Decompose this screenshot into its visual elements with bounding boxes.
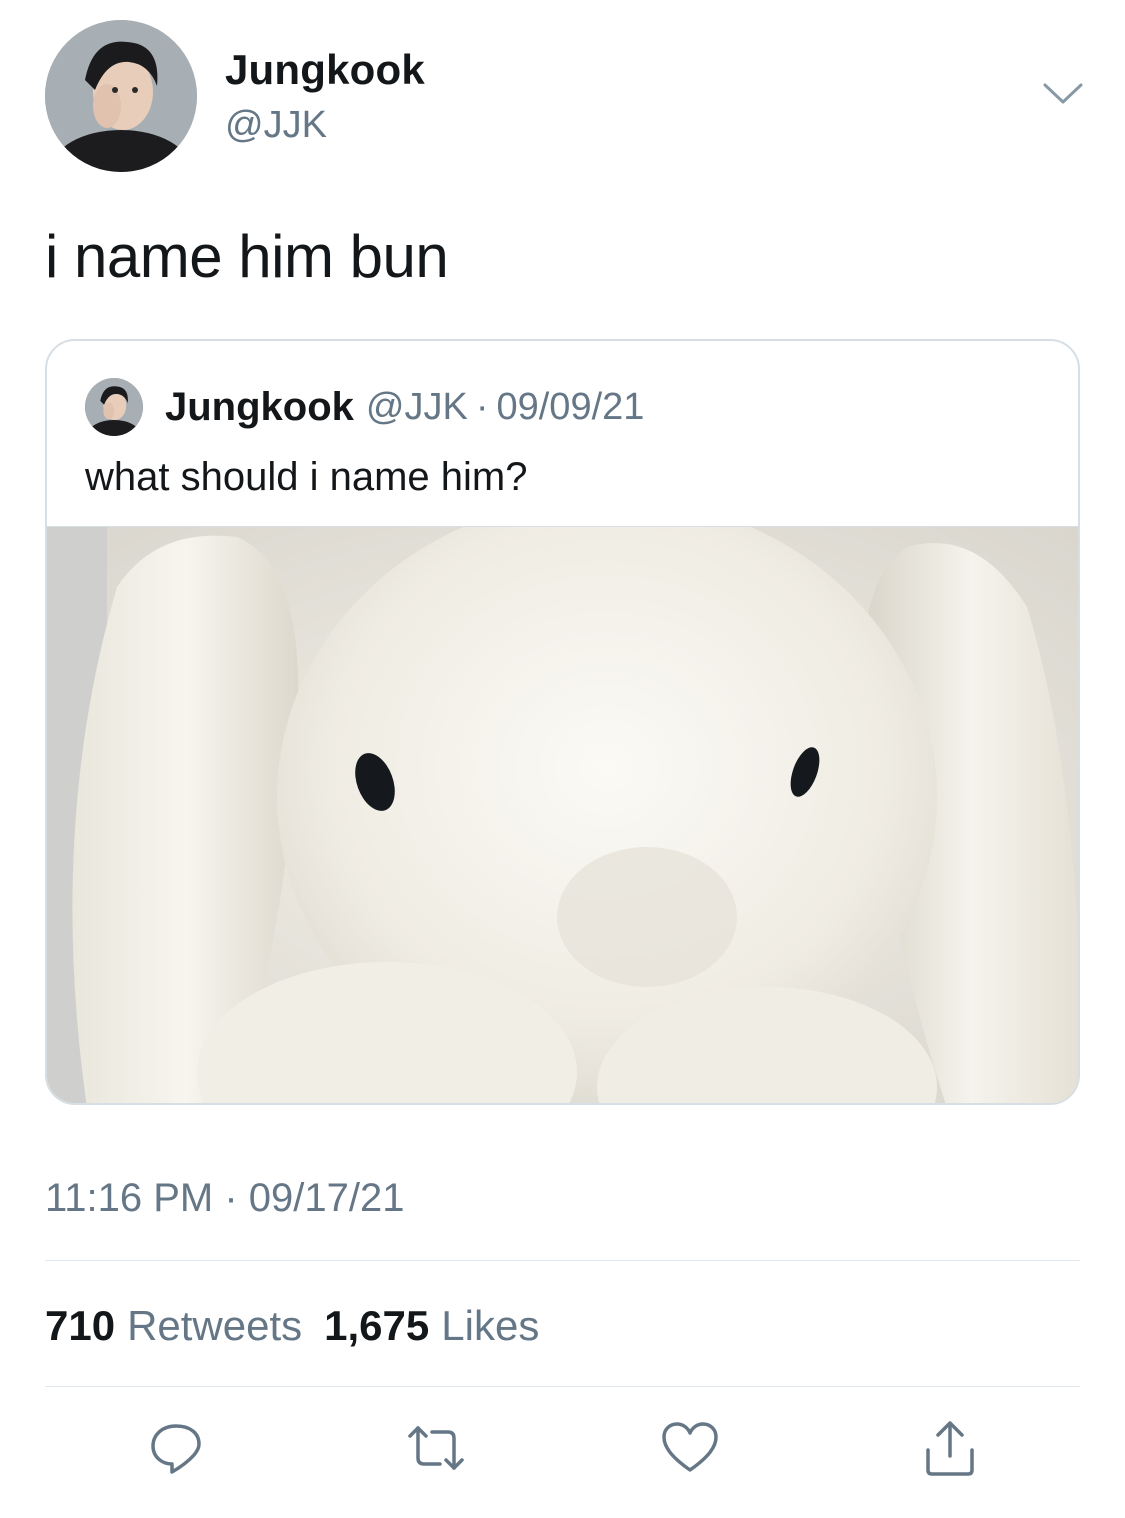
retweet-button[interactable] [406, 1420, 466, 1480]
retweet-icon [406, 1420, 466, 1481]
quote-header: Jungkook @JJK · 09/09/21 [85, 377, 644, 437]
quote-author-handle: @JJK [365, 385, 468, 428]
author-avatar[interactable] [45, 20, 197, 172]
reply-icon [148, 1420, 204, 1481]
heart-icon [660, 1420, 720, 1481]
quote-text: what should i name him? [85, 455, 528, 499]
bunny-plush-image[interactable] [47, 526, 1078, 1103]
tweet-timestamp[interactable]: 11:16 PM · 09/17/21 [45, 1176, 405, 1221]
likes-label[interactable]: Likes [441, 1302, 539, 1350]
divider [45, 1386, 1080, 1387]
divider [45, 1260, 1080, 1261]
quote-separator: · [475, 385, 489, 428]
share-button[interactable] [920, 1420, 980, 1480]
quote-tweet-card[interactable]: Jungkook @JJK · 09/09/21 what should i n… [45, 339, 1080, 1105]
tweet-detail: Jungkook @JJK i name him bun Jungkook @J… [0, 0, 1125, 1518]
tweet-stats: 710 Retweets 1,675 Likes [45, 1302, 561, 1350]
reply-button[interactable] [146, 1420, 206, 1480]
like-button[interactable] [660, 1420, 720, 1480]
tweet-text: i name him bun [45, 223, 449, 290]
retweets-count[interactable]: 710 [45, 1302, 115, 1350]
quote-date: 09/09/21 [496, 385, 645, 428]
share-icon [920, 1418, 980, 1483]
chevron-down-icon[interactable] [1042, 80, 1084, 108]
author-handle[interactable]: @JJK [225, 104, 327, 147]
author-name[interactable]: Jungkook [225, 46, 425, 94]
quote-author-name: Jungkook [165, 384, 354, 429]
retweets-label[interactable]: Retweets [127, 1302, 302, 1350]
quote-author-avatar [85, 378, 143, 436]
likes-count[interactable]: 1,675 [324, 1302, 429, 1350]
